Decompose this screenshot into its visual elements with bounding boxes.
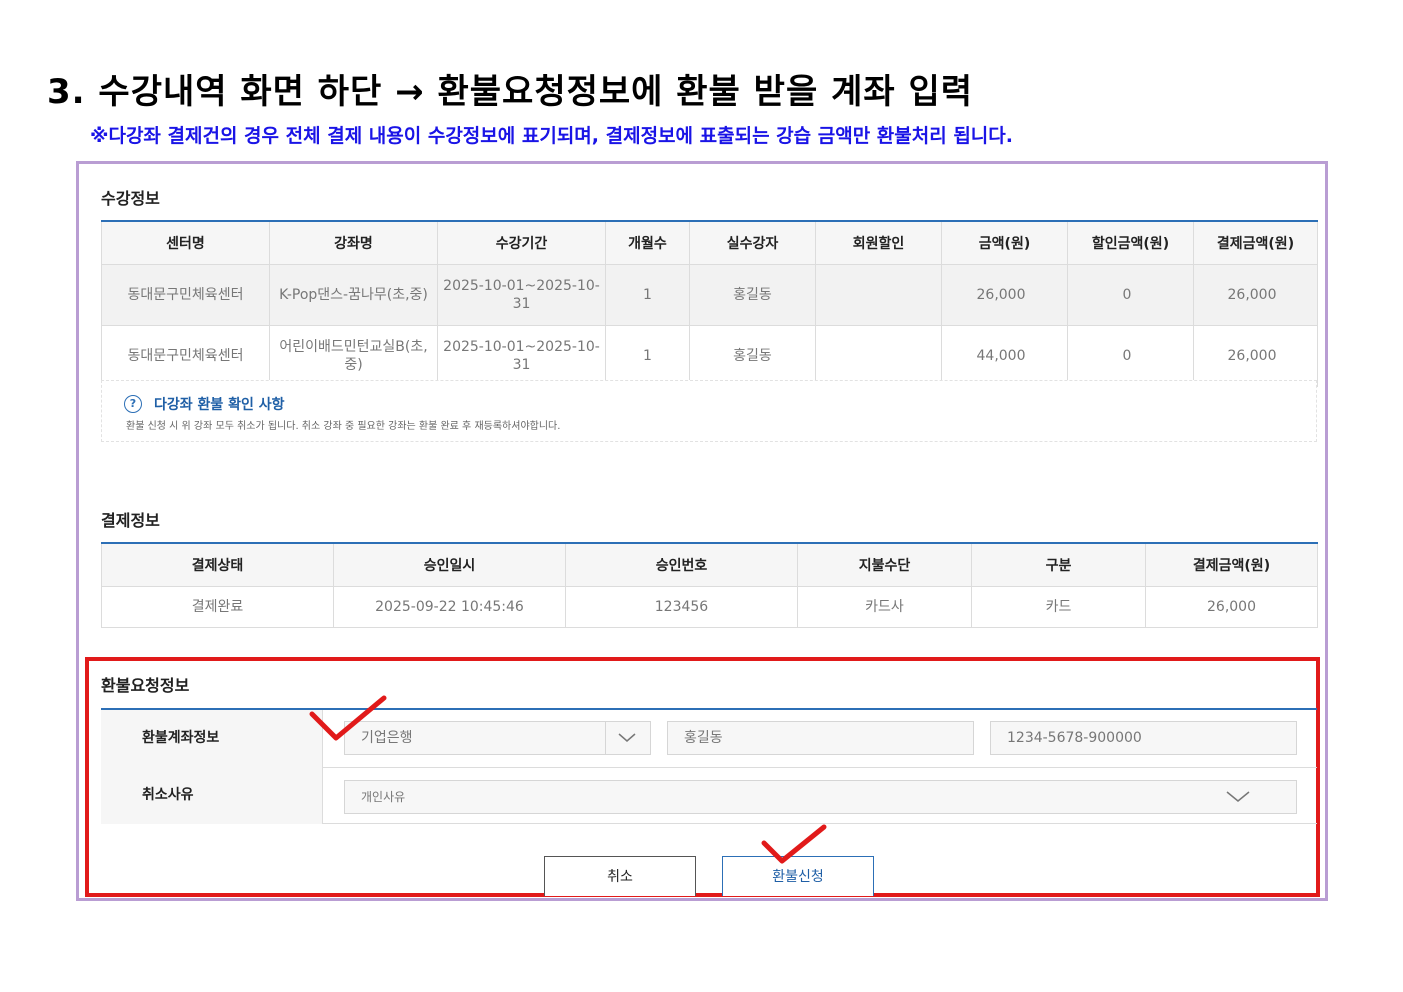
col-amount: 금액(원): [941, 220, 1068, 265]
cell-months: 1: [605, 264, 690, 326]
cancel-reason-row: 취소사유 개인사유: [101, 767, 1317, 824]
cell-paid-amount: 26,000: [1145, 586, 1318, 628]
col-method: 지불수단: [797, 542, 972, 587]
course-table: 센터명 강좌명 수강기간 개월수 실수강자 회원할인 금액(원) 할인금액(원)…: [101, 220, 1318, 387]
col-center: 센터명: [101, 220, 270, 265]
multi-course-notice: ? 다강좌 환불 확인 사항 환불 신청 시 위 강좌 모두 취소가 됩니다. …: [101, 380, 1317, 442]
cell-period: 2025-10-01~2025-10-31: [437, 264, 606, 326]
checkmark-icon: [761, 824, 827, 864]
cell-amount: 44,000: [941, 325, 1068, 387]
col-paid-amount: 결제금액(원): [1145, 542, 1318, 587]
cell-paid-amount: 26,000: [1193, 264, 1318, 326]
table-row: 동대문구민체육센터 K-Pop댄스-꿈나무(초,중) 2025-10-01~20…: [101, 264, 1318, 326]
cell-center: 동대문구민체육센터: [101, 325, 270, 387]
bank-select[interactable]: 기업은행: [344, 721, 651, 755]
cell-member-discount: [815, 325, 942, 387]
notice-title: 다강좌 환불 확인 사항: [154, 397, 285, 413]
cell-student: 홍길동: [689, 325, 816, 387]
table-row: 결제완료 2025-09-22 10:45:46 123456 카드사 카드 2…: [101, 586, 1318, 628]
page-note: ※다강좌 결제건의 경우 전체 결제 내용이 수강정보에 표기되며, 결제정보에…: [90, 125, 1013, 147]
cell-method: 카드사: [797, 586, 972, 628]
cell-course: K-Pop댄스-꿈나무(초,중): [269, 264, 438, 326]
course-section-title: 수강정보: [101, 189, 160, 208]
cell-approval-no: 123456: [565, 586, 798, 628]
cell-paid-amount: 26,000: [1193, 325, 1318, 387]
chevron-down-icon: [618, 733, 636, 742]
col-type: 구분: [971, 542, 1146, 587]
refund-account-label: 환불계좌정보: [101, 710, 323, 767]
cancel-reason-value: 개인사유: [361, 790, 406, 804]
cancel-reason-select[interactable]: 개인사유: [344, 780, 1297, 814]
cancel-reason-label: 취소사유: [101, 767, 323, 824]
cell-approved-at: 2025-09-22 10:45:46: [333, 586, 566, 628]
cancel-button[interactable]: 취소: [544, 856, 696, 896]
col-status: 결제상태: [101, 542, 334, 587]
col-approval-no: 승인번호: [565, 542, 798, 587]
cell-center: 동대문구민체육센터: [101, 264, 270, 326]
col-student: 실수강자: [689, 220, 816, 265]
page-title: 3. 수강내역 화면 하단 → 환불요청정보에 환불 받을 계좌 입력: [47, 72, 974, 112]
refund-account-row: 환불계좌정보 기업은행 홍길동 1234-5678-900000: [101, 710, 1317, 768]
cell-discount-amount: 0: [1067, 264, 1194, 326]
cell-period: 2025-10-01~2025-10-31: [437, 325, 606, 387]
payment-section-title: 결제정보: [101, 511, 160, 530]
refund-form: 환불계좌정보 기업은행 홍길동 1234-5678-900000 취소사유 개인…: [101, 708, 1317, 824]
refund-section-title: 환불요청정보: [101, 676, 190, 695]
col-period: 수강기간: [437, 220, 606, 265]
cell-discount-amount: 0: [1067, 325, 1194, 387]
cell-amount: 26,000: [941, 264, 1068, 326]
payment-table: 결제상태 승인일시 승인번호 지불수단 구분 결제금액(원) 결제완료 2025…: [101, 542, 1318, 628]
cell-months: 1: [605, 325, 690, 387]
col-member-discount: 회원할인: [815, 220, 942, 265]
col-months: 개월수: [605, 220, 690, 265]
cell-status: 결제완료: [101, 586, 334, 628]
col-approved-at: 승인일시: [333, 542, 566, 587]
checkmark-icon: [309, 695, 387, 741]
cell-member-discount: [815, 264, 942, 326]
col-paid-amount: 결제금액(원): [1193, 220, 1318, 265]
col-course: 강좌명: [269, 220, 438, 265]
question-icon: ?: [124, 395, 142, 413]
account-holder-input[interactable]: 홍길동: [667, 721, 974, 755]
cell-course: 어린이배드민턴교실B(초,중): [269, 325, 438, 387]
select-divider: [605, 722, 606, 754]
account-number-input[interactable]: 1234-5678-900000: [990, 721, 1297, 755]
table-row: 동대문구민체육센터 어린이배드민턴교실B(초,중) 2025-10-01~202…: [101, 325, 1318, 387]
col-discount-amount: 할인금액(원): [1067, 220, 1194, 265]
chevron-down-icon: [1226, 791, 1250, 802]
cell-student: 홍길동: [689, 264, 816, 326]
notice-desc: 환불 신청 시 위 강좌 모두 취소가 됩니다. 취소 강좌 중 필요한 강좌는…: [126, 421, 561, 432]
cell-type: 카드: [971, 586, 1146, 628]
